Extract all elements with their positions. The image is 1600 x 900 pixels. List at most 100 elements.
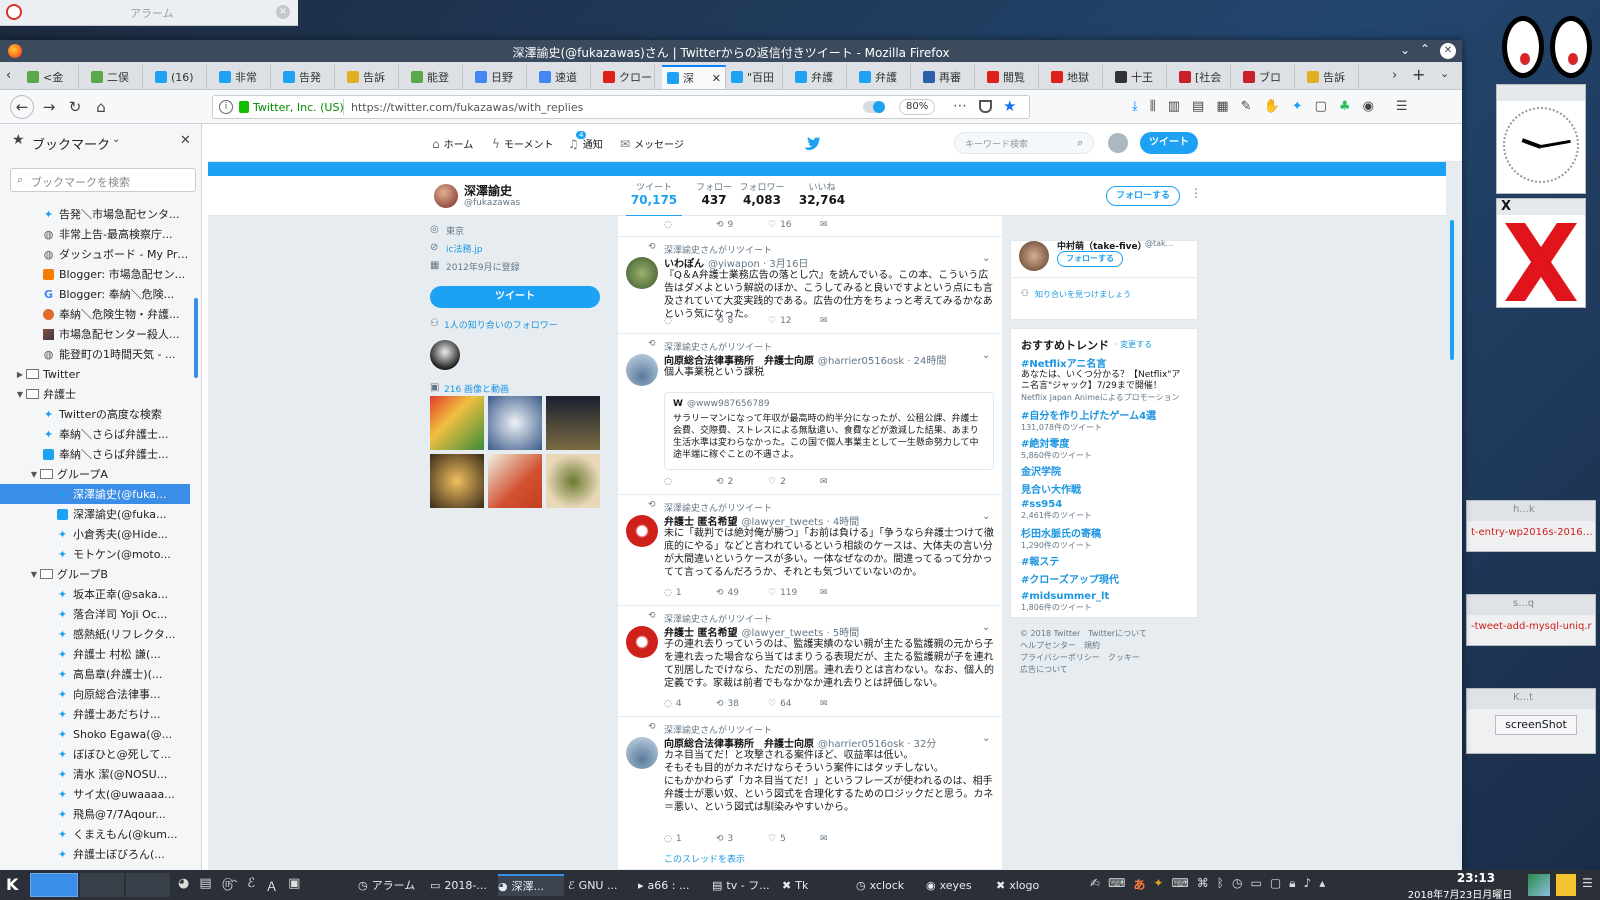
retweet-action[interactable]: ⟲ 49 — [716, 588, 768, 598]
floating-window-2[interactable]: s...q -tweet-add-mysql-uniq.r — [1466, 594, 1596, 646]
bookmark-item[interactable]: ✦ Shoko Egawa(@... — [0, 724, 190, 744]
tab-9[interactable]: クロー — [598, 65, 655, 89]
trend-item[interactable]: #ss954 2,461件のツイート — [1021, 499, 1189, 521]
taskbar-item[interactable]: ▸ a66 : ... — [638, 874, 704, 896]
forward-icon[interactable]: → — [40, 98, 58, 116]
floating-window-3[interactable]: K...t screenShot — [1466, 688, 1596, 754]
tab-3[interactable]: 非常 — [214, 65, 271, 89]
bluetooth-tray-icon[interactable]: ᛒ — [1217, 876, 1224, 893]
tab-15[interactable]: 閲覧 — [982, 65, 1039, 89]
bookmark-item[interactable]: ▼ 弁護士 — [0, 384, 190, 404]
library-icon[interactable]: ⫼ — [1150, 99, 1156, 114]
url-bar[interactable]: i Twitter, Inc. (US) https://twitter.com… — [212, 95, 1030, 119]
retweet-action[interactable]: ⟲ 38 — [716, 699, 768, 709]
twitter-search-input[interactable]: キーワード検索 ⌕ — [954, 132, 1094, 154]
tweet-avatar[interactable] — [626, 257, 658, 289]
extension-grid-icon[interactable]: ▦ — [1216, 99, 1228, 114]
bookmark-item[interactable]: ✦ 清水 潔(@NOSU... — [0, 764, 190, 784]
bookmark-item[interactable]: ✦ 坂本正幸(@saka... — [0, 584, 190, 604]
follower-avatar[interactable] — [430, 340, 460, 370]
bookmark-item[interactable]: ✦ 飛鳥@7/7Aqour... — [0, 804, 190, 824]
follow-button[interactable]: フォローする — [1106, 186, 1180, 206]
media-thumb[interactable] — [488, 396, 542, 450]
tab-12[interactable]: 弁護 — [790, 65, 847, 89]
retweet-action[interactable]: ⟲ 9 — [716, 220, 768, 230]
dm-action[interactable]: ✉ — [820, 588, 872, 598]
url-text[interactable]: https://twitter.com/fukazawas/with_repli… — [351, 101, 583, 114]
bookmark-item[interactable]: ✦ 小倉秀夫(@Hide... — [0, 524, 190, 544]
profile-website[interactable]: ic法務.jp — [446, 242, 483, 255]
bookmark-item[interactable]: ✦ ぼぼひと@死して... — [0, 744, 190, 764]
nav-moments[interactable]: ϟ モーメント — [492, 136, 554, 152]
sidebar-scrollbar[interactable] — [194, 298, 198, 378]
toggle-icon[interactable] — [863, 101, 885, 113]
tab-16[interactable]: 地獄 — [1046, 65, 1103, 89]
bookmark-item[interactable]: ✦ 深澤諭史(@fuka... — [0, 484, 190, 504]
media-thumb[interactable] — [546, 396, 600, 450]
reply-action[interactable]: ◌ 1 — [664, 834, 716, 844]
retweet-action[interactable]: ⟲ 8 — [716, 316, 768, 326]
like-action[interactable]: ♡ 12 — [768, 316, 820, 326]
trend-item[interactable]: #クローズアップ現代 — [1021, 571, 1189, 586]
footer-line-3[interactable]: プライバシーポリシー クッキー — [1020, 652, 1147, 664]
bookmark-item[interactable]: ◍ 能登町の1時間天気 - ... — [0, 344, 190, 364]
reload-icon[interactable]: ↻ — [66, 98, 84, 116]
close-icon[interactable]: ✕ — [276, 5, 290, 19]
tweet[interactable]: 深澤諭史さんがリツイート ⟲ 向原総合法律事務所 弁護士向原 @harrier0516… — [618, 717, 1002, 870]
nav-notifications[interactable]: ♫ 4 通知 — [568, 130, 603, 151]
tweet-to-button[interactable]: ツイート — [430, 286, 600, 308]
tweet-menu-chevron-icon[interactable]: ⌄ — [982, 511, 990, 522]
bookmark-item[interactable]: ✦ サイ太(@uwaaaa... — [0, 784, 190, 804]
bookmark-item[interactable]: ✦ 弁護士ぼびろん(... — [0, 844, 190, 864]
tab-5[interactable]: 告訴 — [342, 65, 399, 89]
like-action[interactable]: ♡ 5 — [768, 834, 820, 844]
bookmark-item[interactable]: 奉納＼さらば弁護士... — [0, 444, 190, 464]
tool-tray-icon[interactable]: ✦ — [1153, 876, 1163, 893]
pager-desktop-2[interactable] — [80, 873, 124, 897]
minimize-icon[interactable]: ⌄ — [1400, 43, 1410, 57]
media-thumb[interactable] — [488, 454, 542, 508]
tab-1[interactable]: 二俣 — [86, 65, 143, 89]
screenshot-button[interactable]: screenShot — [1495, 715, 1577, 735]
tab-scroll-left-icon[interactable]: ‹ — [6, 68, 11, 83]
trend-item[interactable]: #報ステ — [1021, 553, 1189, 568]
like-action[interactable]: ♡ 16 — [768, 220, 820, 230]
tab-11[interactable]: "百田 — [726, 65, 783, 89]
bookmark-search[interactable]: ⌕ ブックマークを検索 — [10, 168, 196, 192]
spiral-launcher-icon[interactable]: ௹ — [222, 876, 238, 895]
volume-tray-icon[interactable]: ♪ — [1304, 876, 1312, 893]
desktop-pager[interactable] — [30, 873, 78, 897]
tab-14[interactable]: 再審 — [918, 65, 975, 89]
tweet-menu-chevron-icon[interactable]: ⌄ — [982, 350, 990, 361]
media-thumb[interactable] — [430, 454, 484, 508]
bookmark-item[interactable]: ✦ 弁護士あだちけ... — [0, 704, 190, 724]
pocket-icon[interactable] — [979, 100, 992, 113]
menu-icon[interactable]: ☰ — [1396, 99, 1408, 114]
more-options-icon[interactable]: ⋮ — [1190, 186, 1202, 200]
bookmark-item[interactable]: ▶ Twitter — [0, 364, 190, 384]
nav-messages[interactable]: ✉ メッセージ — [620, 136, 684, 152]
profile-stat-3[interactable]: いいね 32,764 — [794, 180, 850, 207]
tweet-avatar[interactable] — [626, 354, 658, 386]
tab-8[interactable]: 速道 — [534, 65, 591, 89]
pager-desktop-3[interactable] — [126, 873, 170, 897]
tab-10[interactable]: 深 ✕ — [662, 65, 726, 89]
bookmark-item[interactable]: ✦ 落合洋司 Yoji Oc... — [0, 604, 190, 624]
taskbar-item[interactable]: ℰ GNU ... — [568, 874, 634, 896]
chevron-right-icon[interactable]: ▶ — [14, 370, 26, 379]
floating-window-1[interactable]: h...k t-entry-wp2016s-201610 — [1466, 500, 1596, 552]
profile-stat-0[interactable]: ツイート 70,175 — [626, 180, 682, 218]
expand-tray-icon[interactable]: ▴ — [1319, 876, 1325, 893]
tab-19[interactable]: ブロ — [1238, 65, 1295, 89]
alarm-window-titlebar[interactable]: アラーム ✕ — [0, 0, 298, 26]
profile-icon[interactable]: ◉ — [1363, 99, 1374, 114]
taskbar-item[interactable]: ◉ xeyes — [926, 874, 992, 896]
tab-4[interactable]: 告発 — [278, 65, 335, 89]
suggested-avatar[interactable] — [1019, 241, 1049, 271]
sidebar-title[interactable]: ブックマーク — [32, 134, 110, 153]
find-friends-link[interactable]: 知り合いを見つけましょう — [1035, 289, 1131, 300]
sidebar-title-chevron-icon[interactable]: ⌄ — [112, 134, 120, 145]
media-thumb[interactable] — [546, 454, 600, 508]
ime-indicator[interactable]: あ — [1133, 876, 1145, 893]
tweet-menu-chevron-icon[interactable]: ⌄ — [982, 622, 990, 633]
